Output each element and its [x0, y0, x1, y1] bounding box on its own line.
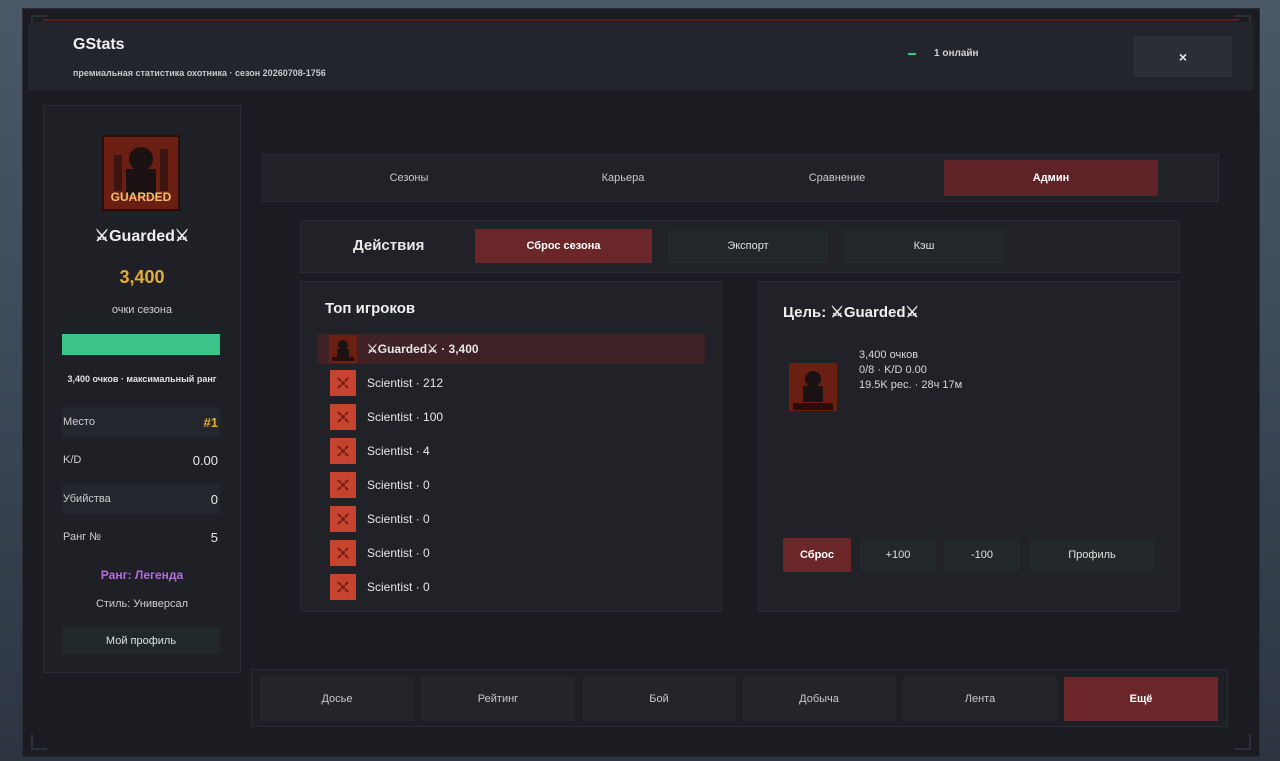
target-panel: Цель: ⚔Guarded⚔ 3,400 очков 0/8 · K/D 0.… [758, 281, 1180, 612]
frame-corner [1235, 734, 1251, 750]
online-count: 1 онлайн [934, 48, 979, 59]
player-row[interactable]: Scientist · 0 [317, 538, 705, 568]
stat-label: Место [63, 416, 95, 428]
top-players-title: Топ игроков [325, 300, 416, 317]
export-button[interactable]: Экспорт [668, 229, 828, 263]
app-title: GStats [73, 36, 125, 53]
player-entry: Scientist · 0 [367, 478, 430, 492]
player-entry: Scientist · 212 [367, 376, 444, 390]
player-avatar-small [329, 539, 357, 567]
season-points: 3,400 [119, 267, 165, 287]
player-row[interactable]: ⚔Guarded⚔ · 3,400 [317, 334, 705, 364]
guarded-avatar-icon [329, 335, 357, 363]
scientist-icon [330, 506, 356, 532]
player-entry: Scientist · 4 [367, 444, 430, 458]
player-avatar-small [329, 335, 357, 363]
stat-label: K/D [63, 454, 82, 466]
header-bar: GStats премиальная статистика охотника ·… [28, 22, 1253, 90]
bottom-navigation: Досье Рейтинг Бой Добыча Лента Ещё [251, 669, 1228, 727]
stat-value: 5 [210, 529, 218, 545]
player-row[interactable]: Scientist · 0 [317, 572, 705, 602]
target-points: 3,400 очков [859, 349, 919, 361]
stat-value: 0.00 [192, 452, 218, 468]
nav-rating[interactable]: Рейтинг [421, 677, 575, 721]
target-profile-button[interactable]: Профиль [1029, 538, 1155, 572]
actions-title: Действия [353, 237, 425, 254]
nav-loot[interactable]: Добыча [742, 677, 896, 721]
rank-title: Ранг: Легенда [100, 568, 184, 582]
target-title: Цель: ⚔Guarded⚔ [783, 304, 919, 321]
player-avatar-small [329, 471, 357, 499]
stat-row-place: Место #1 [62, 407, 220, 437]
tab-career[interactable]: Карьера [516, 160, 730, 196]
player-row[interactable]: Scientist · 0 [317, 470, 705, 500]
svg-text:GUARDED: GUARDED [111, 190, 172, 204]
player-avatar-small [329, 369, 357, 397]
nav-dossier[interactable]: Досье [260, 677, 414, 721]
rank-progress-text: 3,400 очков · максимальный ранг [67, 374, 217, 384]
tab-compare[interactable]: Сравнение [730, 160, 944, 196]
stat-label: Убийства [63, 493, 111, 505]
stat-row-rank-number: Ранг № 5 [62, 522, 220, 552]
actions-bar: Действия Сброс сезона Экспорт Кэш [300, 220, 1180, 273]
scientist-icon [330, 540, 356, 566]
add-100-button[interactable]: +100 [860, 538, 936, 572]
app-subtitle: премиальная статистика охотника · сезон … [73, 68, 326, 78]
target-kd: 0/8 · K/D 0.00 [859, 364, 927, 376]
tab-seasons[interactable]: Сезоны [302, 160, 516, 196]
play-style: Стиль: Универсал [95, 598, 189, 610]
my-profile-button[interactable]: Мой профиль [62, 627, 220, 654]
stat-value: #1 [203, 414, 218, 430]
scientist-icon [330, 438, 356, 464]
close-button[interactable]: × [1134, 36, 1232, 77]
target-resources-time: 19.5K рес. · 28ч 17м [859, 379, 963, 391]
online-status: 1 онлайн [908, 48, 979, 59]
player-avatar-small [329, 437, 357, 465]
player-entry: Scientist · 0 [367, 546, 430, 560]
minus-100-button[interactable]: -100 [944, 538, 1020, 572]
profile-sidebar: GUARDED ⚔Guarded⚔ 3,400 очки сезона 3,40… [43, 105, 241, 673]
frame-accent-line [43, 19, 1239, 21]
stat-label: Ранг № [63, 531, 102, 543]
stat-row-kills: Убийства 0 [62, 484, 220, 514]
reset-season-button[interactable]: Сброс сезона [475, 229, 652, 263]
season-points-label: очки сезона [111, 304, 173, 316]
online-indicator-icon [908, 52, 916, 55]
player-entry: ⚔Guarded⚔ · 3,400 [367, 342, 479, 356]
player-name: ⚔Guarded⚔ [94, 228, 190, 245]
nav-feed[interactable]: Лента [903, 677, 1057, 721]
stat-value: 0 [210, 491, 218, 507]
scientist-icon [330, 370, 356, 396]
player-row[interactable]: Scientist · 100 [317, 402, 705, 432]
nav-more[interactable]: Ещё [1064, 677, 1218, 721]
player-avatar: GUARDED [102, 135, 180, 211]
top-players-panel: Топ игроков ⚔Guarded⚔ · 3,400 Scientist … [300, 281, 722, 612]
main-tabs: Сезоны Карьера Сравнение Админ [262, 154, 1219, 202]
player-avatar-small [329, 573, 357, 601]
player-entry: Scientist · 100 [367, 410, 444, 424]
player-row[interactable]: Scientist · 212 [317, 368, 705, 398]
player-entry: Scientist · 0 [367, 580, 430, 594]
target-avatar [789, 363, 837, 411]
rank-progress-fill [62, 334, 220, 355]
frame-corner [31, 734, 47, 750]
scientist-icon [330, 472, 356, 498]
stat-row-kd: K/D 0.00 [62, 445, 220, 475]
scientist-icon [330, 404, 356, 430]
target-reset-button[interactable]: Сброс [783, 538, 851, 572]
player-avatar-small [329, 505, 357, 533]
player-row[interactable]: Scientist · 0 [317, 504, 705, 534]
scientist-icon [330, 574, 356, 600]
tab-admin[interactable]: Админ [944, 160, 1158, 196]
nav-combat[interactable]: Бой [582, 677, 736, 721]
cache-button[interactable]: Кэш [843, 229, 1005, 263]
player-avatar-small [329, 403, 357, 431]
player-entry: Scientist · 0 [367, 512, 430, 526]
rank-progress-bar [62, 334, 220, 355]
player-row[interactable]: Scientist · 4 [317, 436, 705, 466]
